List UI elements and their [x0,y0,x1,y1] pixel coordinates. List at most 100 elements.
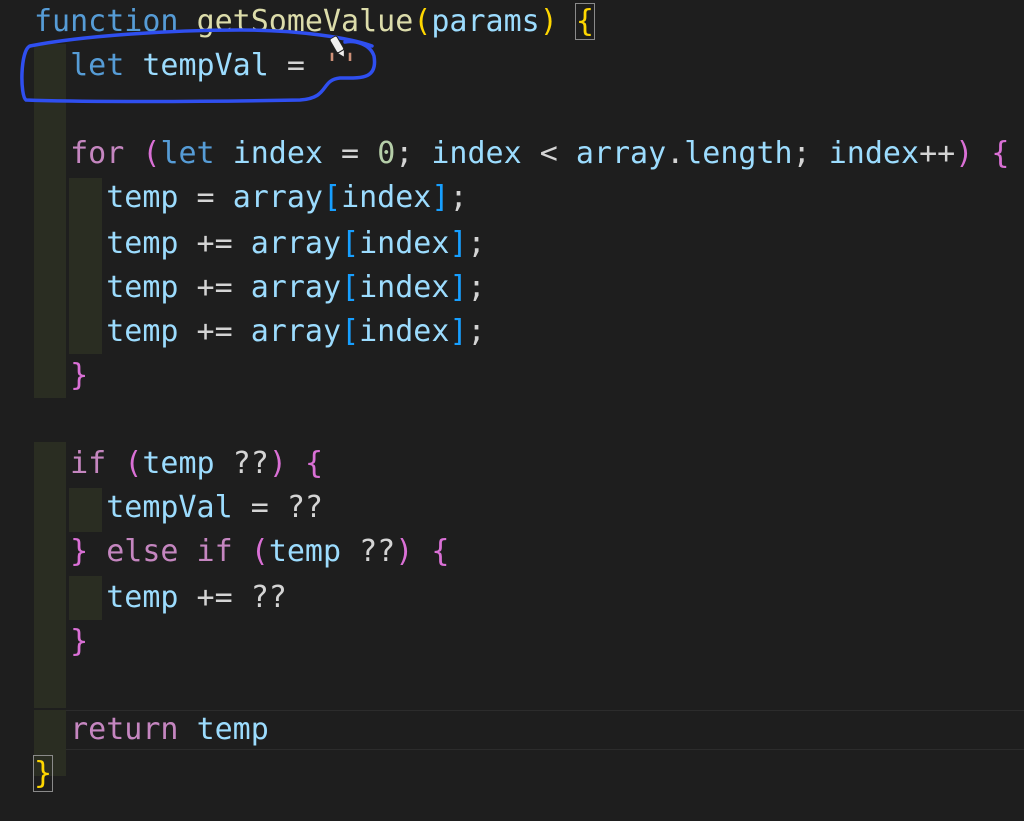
code-token: ] [431,180,450,215]
code-token: { [304,446,323,481]
code-token: ++ [919,136,956,171]
code-token: 0 [377,136,396,171]
code-token: temp [142,446,215,481]
code-line[interactable]: for (let index = 0; index < array.length… [34,132,1009,176]
code-token: array [250,226,342,261]
code-token: temp [106,270,179,305]
code-token: = [178,180,233,215]
code-token: = [323,136,378,171]
code-token: ; [449,180,468,215]
code-token: ; [467,226,486,261]
code-token: } [70,358,89,393]
code-token: for [70,136,125,171]
code-token: = [268,48,323,83]
code-line[interactable]: } [32,752,54,796]
code-line[interactable]: } else if (temp ??) { [34,530,449,574]
code-line[interactable]: tempVal = ?? [34,486,323,530]
code-token: array [250,314,342,349]
code-token: return [70,712,179,747]
code-token: ( [250,534,269,569]
code-token: ; [395,136,432,171]
code-token: tempVal [106,490,233,525]
code-token: array [232,180,323,215]
code-line[interactable]: temp += array[index]; [34,222,486,266]
code-line[interactable]: return temp [34,708,269,752]
code-token: index [359,314,450,349]
code-token: else if [106,534,233,569]
code-token: += ?? [178,580,287,615]
code-token: { [431,534,450,569]
code-token: temp [106,226,179,261]
code-line[interactable]: temp += array[index]; [34,310,485,354]
code-token: ( [413,4,432,39]
code-token: < [521,136,576,171]
code-token: ( [124,446,143,481]
code-token: length [684,136,793,171]
code-token: array [575,136,667,171]
code-token: ) [955,136,974,171]
code-token: ; [467,270,486,305]
code-token: index [359,226,450,261]
code-token: . [666,136,685,171]
code-token: index [828,136,920,171]
code-token: { [991,136,1010,171]
code-token: params [431,4,540,39]
code-token: = ?? [232,490,323,525]
code-token: [ [323,180,342,215]
code-token: ] [449,314,468,349]
code-editor[interactable]: function getSomeValue(params) { let temp… [0,0,1024,821]
code-line[interactable]: } [34,354,88,398]
code-token: } [32,755,54,792]
code-token: [ [341,314,360,349]
code-token: temp [106,580,179,615]
code-token: ) [539,4,558,39]
code-line[interactable]: temp = array[index]; [34,176,468,220]
code-line[interactable]: if (temp ??) { [34,442,323,486]
code-token: getSomeValue [196,4,414,39]
handwritten-annotation [20,28,377,104]
code-token: '' [323,48,360,83]
code-token: temp [196,712,269,747]
code-token: ( [142,136,161,171]
code-line[interactable]: let tempVal = '' [34,44,359,88]
code-token: temp [268,534,342,569]
code-line[interactable]: temp += ?? [34,576,287,620]
code-token: ?? [214,446,269,481]
code-token: += [178,226,251,261]
code-token: index [431,136,522,171]
code-token: index [232,136,323,171]
code-line[interactable]: function getSomeValue(params) { [34,0,595,44]
code-token: array [250,270,342,305]
code-token: [ [341,270,360,305]
code-line[interactable]: temp += array[index]; [34,266,486,310]
code-token: temp [106,314,179,349]
code-token: ) [395,534,414,569]
code-line[interactable]: } [34,620,88,664]
code-token: let [70,48,125,83]
code-token: ) [268,446,287,481]
code-token: ; [792,136,829,171]
code-token: ?? [341,534,396,569]
code-token: temp [106,180,179,215]
